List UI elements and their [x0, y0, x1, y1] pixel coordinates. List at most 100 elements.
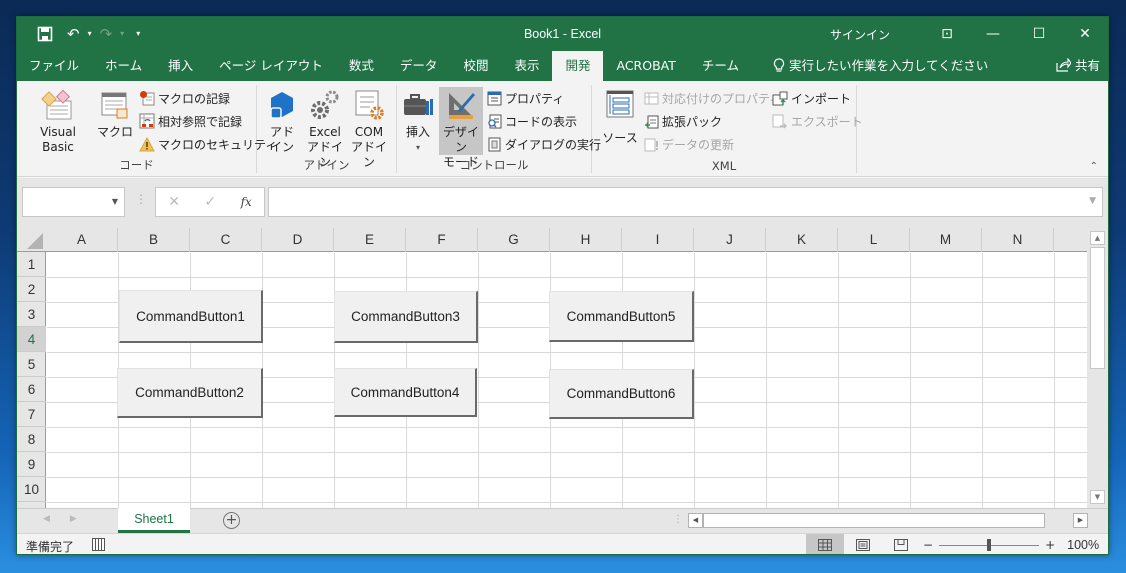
share-button[interactable]: 共有 — [1056, 51, 1100, 81]
relative-references-button[interactable]: 相対参照で記録 — [139, 111, 242, 131]
tab-data[interactable]: データ — [387, 51, 451, 81]
export-button[interactable]: エクスポート — [772, 111, 863, 131]
command-button-4[interactable]: CommandButton4 — [334, 368, 477, 417]
previous-sheet-icon[interactable]: ◀ — [43, 514, 50, 524]
column-header-j[interactable]: J — [694, 228, 766, 252]
run-dialog-button[interactable]: ダイアログの実行 — [487, 134, 601, 154]
tab-formulas[interactable]: 数式 — [336, 51, 387, 81]
record-macro-button[interactable]: マクロの記録 — [139, 88, 230, 108]
vertical-scroll-thumb[interactable] — [1090, 247, 1105, 369]
page-layout-view-button[interactable] — [844, 534, 882, 554]
name-box-dropdown-icon[interactable]: ▼ — [112, 197, 118, 206]
xml-source-button[interactable]: ソース — [600, 87, 640, 146]
sheet-tab-sheet1[interactable]: Sheet1 — [118, 508, 190, 533]
maximize-button[interactable]: ☐ — [1016, 26, 1062, 42]
close-button[interactable]: ✕ — [1062, 26, 1108, 42]
zoom-out-button[interactable]: − — [923, 538, 933, 552]
column-header-g[interactable]: G — [478, 228, 550, 252]
add-sheet-icon[interactable]: + — [223, 512, 240, 529]
column-header-c[interactable]: C — [190, 228, 262, 252]
scroll-up-icon[interactable]: ▲ — [1090, 231, 1105, 245]
expand-formula-bar-icon[interactable]: ▼ — [1089, 196, 1096, 206]
tab-page-layout[interactable]: ページ レイアウト — [206, 51, 336, 81]
macro-recording-icon[interactable] — [92, 538, 105, 551]
scroll-right-icon[interactable]: ▶ — [1073, 513, 1088, 528]
formula-input[interactable]: ▼ — [268, 187, 1103, 217]
design-mode-button[interactable]: デザイン モード — [439, 87, 483, 169]
properties-button[interactable]: プロパティ — [487, 88, 564, 108]
column-header-i[interactable]: I — [622, 228, 694, 252]
tab-view[interactable]: 表示 — [501, 51, 552, 81]
tab-insert[interactable]: 挿入 — [155, 51, 206, 81]
worksheet-grid[interactable]: A B C D E F G H I J K L M N 1 2 3 4 5 6 … — [17, 228, 1087, 508]
row-header-10[interactable]: 10 — [17, 477, 46, 502]
row-header-1[interactable]: 1 — [17, 252, 46, 277]
vertical-scrollbar[interactable]: ▲ ▼ — [1087, 228, 1108, 508]
next-sheet-icon[interactable]: ▶ — [70, 514, 77, 524]
tab-acrobat[interactable]: ACROBAT — [603, 51, 688, 81]
horizontal-scroll-thumb[interactable] — [703, 513, 1045, 528]
tab-review[interactable]: 校閲 — [450, 51, 501, 81]
tab-home[interactable]: ホーム — [92, 51, 155, 81]
column-header-l[interactable]: L — [838, 228, 910, 252]
signin-link[interactable]: サインイン — [830, 26, 890, 43]
formula-bar-splitter[interactable]: ⋮ — [135, 192, 147, 206]
horizontal-scrollbar[interactable]: ◀ ▶ — [688, 513, 1088, 529]
tell-me-search[interactable]: 実行したい作業を入力してください — [760, 51, 1001, 81]
visual-basic-button[interactable]: Visual Basic — [23, 87, 93, 155]
import-button[interactable]: インポート — [772, 88, 851, 108]
zoom-slider[interactable] — [939, 538, 1040, 551]
tab-developer[interactable]: 開発 — [552, 51, 604, 81]
macros-button[interactable]: マクロ — [97, 87, 133, 140]
record-macro-icon — [140, 91, 155, 106]
addins-button[interactable]: アド イン — [265, 87, 299, 155]
column-header-h[interactable]: H — [550, 228, 622, 252]
row-header-5[interactable]: 5 — [17, 352, 46, 377]
command-button-3[interactable]: CommandButton3 — [334, 291, 478, 343]
export-icon — [772, 114, 787, 128]
command-button-1[interactable]: CommandButton1 — [119, 290, 263, 343]
column-header-d[interactable]: D — [262, 228, 334, 252]
name-box[interactable]: ▼ — [22, 187, 125, 217]
column-header-m[interactable]: M — [910, 228, 982, 252]
insert-function-icon[interactable]: fx — [241, 195, 252, 209]
command-button-5[interactable]: CommandButton5 — [549, 291, 694, 342]
page-break-view-button[interactable] — [882, 534, 920, 554]
scroll-left-icon[interactable]: ◀ — [688, 513, 703, 528]
command-button-2[interactable]: CommandButton2 — [117, 368, 263, 418]
minimize-button[interactable]: — — [970, 26, 1016, 42]
zoom-slider-thumb[interactable] — [987, 538, 992, 551]
expansion-packs-button[interactable]: 拡張パック — [644, 111, 722, 131]
column-header-f[interactable]: F — [406, 228, 478, 252]
column-header-a[interactable]: A — [46, 228, 118, 252]
tab-splitter[interactable]: ⋮ — [673, 514, 683, 525]
select-all-button[interactable] — [17, 228, 46, 252]
view-code-button[interactable]: コードの表示 — [487, 111, 577, 131]
command-button-6[interactable]: CommandButton6 — [549, 369, 694, 419]
column-header-o-partial[interactable] — [1054, 228, 1087, 252]
row-header-3[interactable]: 3 — [17, 302, 46, 327]
row-header-4[interactable]: 4 — [17, 327, 46, 352]
row-header-2[interactable]: 2 — [17, 277, 46, 302]
normal-view-button[interactable] — [806, 534, 844, 554]
row-header-8[interactable]: 8 — [17, 427, 46, 452]
tab-file[interactable]: ファイル — [17, 51, 92, 81]
ribbon-display-options-icon[interactable]: ⊡ — [924, 26, 970, 42]
enter-icon[interactable]: ✓ — [204, 194, 216, 210]
collapse-ribbon-icon[interactable]: ⌃ — [1090, 161, 1098, 172]
row-header-7[interactable]: 7 — [17, 402, 46, 427]
scroll-down-icon[interactable]: ▼ — [1090, 490, 1105, 504]
insert-control-button[interactable]: 挿入 ▾ — [401, 87, 435, 155]
column-header-n[interactable]: N — [982, 228, 1054, 252]
column-header-k[interactable]: K — [766, 228, 838, 252]
column-header-b[interactable]: B — [118, 228, 190, 252]
cancel-icon[interactable]: ✕ — [168, 194, 180, 210]
zoom-in-button[interactable]: + — [1045, 538, 1055, 552]
row-header-6[interactable]: 6 — [17, 377, 46, 402]
map-properties-button[interactable]: 対応付けのプロパティ — [644, 88, 781, 108]
zoom-level[interactable]: 100% — [1067, 538, 1099, 552]
refresh-data-button[interactable]: データの更新 — [644, 134, 734, 154]
row-header-9[interactable]: 9 — [17, 452, 46, 477]
tab-team[interactable]: チーム — [689, 51, 752, 81]
column-header-e[interactable]: E — [334, 228, 406, 252]
